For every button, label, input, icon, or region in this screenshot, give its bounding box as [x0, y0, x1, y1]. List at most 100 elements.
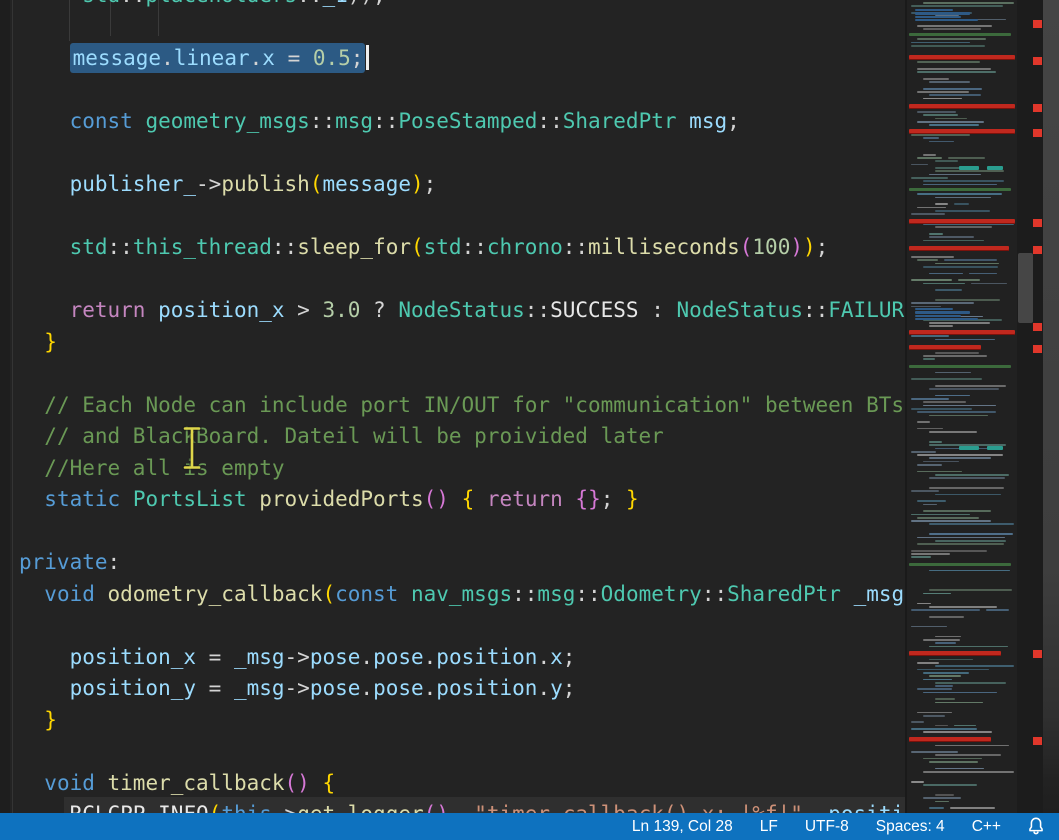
- minimap-code-line: [935, 685, 953, 687]
- minimap-error-line: [909, 104, 1015, 109]
- code-token: {: [322, 771, 335, 795]
- code-line[interactable]: RCLCPP_INFO(this->get_logger(), "timer_c…: [19, 799, 905, 813]
- minimap-code-line: [929, 477, 1005, 479]
- code-line[interactable]: }: [19, 327, 905, 359]
- code-token: (): [285, 771, 310, 795]
- code-token: 100: [752, 235, 790, 259]
- minimap-code-line: [948, 157, 985, 159]
- text-caret: [366, 45, 369, 70]
- code-token: FAILURE: [828, 298, 905, 322]
- code-line[interactable]: [19, 75, 905, 107]
- code-token: chrono: [487, 235, 563, 259]
- minimap-error-line: [909, 330, 1015, 335]
- minimap-code-line: [935, 352, 979, 354]
- code-line[interactable]: [19, 358, 905, 390]
- minimap[interactable]: [905, 0, 1019, 813]
- code-token: ,: [803, 802, 828, 813]
- minimap-highlight-block: [915, 311, 970, 313]
- minimap-code-line: [929, 487, 1004, 489]
- minimap-code-line: [917, 25, 992, 27]
- minimap-code-line: [923, 758, 982, 760]
- status-item-cursor-position[interactable]: Ln 139, Col 28: [632, 818, 733, 836]
- code-token: std: [82, 0, 120, 7]
- minimap-code-line: [911, 378, 982, 380]
- code-token: (): [424, 487, 449, 511]
- code-line[interactable]: //Here all is empty: [19, 453, 905, 485]
- code-line[interactable]: std::this_thread::sleep_for(std::chrono:…: [19, 232, 905, 264]
- code-token: ::: [537, 109, 562, 133]
- code-token: _msg: [234, 645, 285, 669]
- code-line[interactable]: void timer_callback() {: [19, 768, 905, 800]
- code-token: this: [221, 802, 272, 813]
- minimap-code-line: [917, 193, 1002, 195]
- status-item-encoding[interactable]: UTF-8: [805, 818, 849, 836]
- scrollbar-thumb[interactable]: [1018, 253, 1033, 323]
- code-token: linear: [174, 46, 250, 70]
- code-editor[interactable]: std::placeholders::_1)); message.linear.…: [0, 0, 905, 813]
- minimap-comment-separator: [909, 563, 1011, 566]
- code-token: [310, 771, 323, 795]
- minimap-code-line: [923, 240, 984, 242]
- code-token: private: [19, 550, 108, 574]
- mouse-ibeam-cursor: [180, 425, 204, 471]
- code-token: (: [310, 172, 323, 196]
- code-line[interactable]: [19, 516, 905, 548]
- code-line[interactable]: [19, 610, 905, 642]
- code-line[interactable]: publisher_->publish(message);: [19, 169, 905, 201]
- code-line[interactable]: message.linear.x = 0.5;: [19, 43, 905, 75]
- minimap-match-block: [987, 446, 1003, 450]
- code-line[interactable]: [19, 264, 905, 296]
- status-item-eol-sequence[interactable]: LF: [760, 818, 778, 836]
- code-token: ): [803, 235, 816, 259]
- minimap-code-line: [935, 665, 1014, 667]
- minimap-code-line: [911, 609, 980, 611]
- code-line[interactable]: const geometry_msgs::msg::PoseStamped::S…: [19, 106, 905, 138]
- code-token: return: [487, 487, 576, 511]
- minimap-code-line: [929, 589, 1012, 591]
- code-token: message: [73, 46, 162, 70]
- minimap-code-line: [917, 464, 942, 466]
- code-token: get_logger: [297, 802, 423, 813]
- code-token: timer_callback: [108, 771, 285, 795]
- minimap-code-line: [911, 553, 950, 555]
- code-line[interactable]: position_x = _msg->pose.pose.position.x;: [19, 642, 905, 674]
- minimap-code-line: [935, 702, 983, 704]
- minimap-comment-separator: [909, 365, 1011, 368]
- code-line[interactable]: [19, 736, 905, 768]
- minimap-code-line: [971, 283, 1007, 285]
- minimap-code-line: [935, 801, 949, 803]
- code-line[interactable]: std::placeholders::_1));: [19, 0, 905, 12]
- code-line[interactable]: }: [19, 705, 905, 737]
- code-line[interactable]: position_y = _msg->pose.pose.position.y;: [19, 673, 905, 705]
- code-line[interactable]: [19, 138, 905, 170]
- code-line[interactable]: return position_x > 3.0 ? NodeStatus::SU…: [19, 295, 905, 327]
- code-line[interactable]: // Each Node can include port IN/OUT for…: [19, 390, 905, 422]
- minimap-code-line: [935, 636, 961, 638]
- code-token: std: [424, 235, 462, 259]
- code-token: position: [436, 676, 537, 700]
- code-text-area[interactable]: std::placeholders::_1)); message.linear.…: [0, 0, 905, 813]
- code-token: ;: [563, 645, 576, 669]
- status-item-indentation[interactable]: Spaces: 4: [876, 818, 945, 836]
- code-line[interactable]: [19, 12, 905, 44]
- code-token: [19, 676, 70, 700]
- scrollbar[interactable]: [1017, 0, 1043, 813]
- minimap-code-line: [923, 358, 935, 360]
- error-mark: [1033, 737, 1042, 745]
- code-line[interactable]: [19, 201, 905, 233]
- code-line[interactable]: private:: [19, 547, 905, 579]
- window-edge-strip: [1043, 0, 1059, 813]
- minimap-code-line: [923, 504, 937, 506]
- notifications-bell-icon[interactable]: [1027, 817, 1045, 836]
- minimap-code-line: [923, 731, 992, 733]
- code-token: [19, 330, 44, 354]
- minimap-code-line: [923, 28, 981, 30]
- code-line[interactable]: // and BlackBoard. Dateil will be proivi…: [19, 421, 905, 453]
- code-token: "timer_callback() x: |%f|": [474, 802, 803, 813]
- status-item-language-mode[interactable]: C++: [972, 818, 1001, 836]
- code-token: [449, 487, 462, 511]
- code-line[interactable]: static PortsList providedPorts() { retur…: [19, 484, 905, 516]
- code-line[interactable]: void odometry_callback(const nav_msgs::m…: [19, 579, 905, 611]
- minimap-code-line: [923, 78, 949, 80]
- minimap-code-line: [929, 646, 1008, 648]
